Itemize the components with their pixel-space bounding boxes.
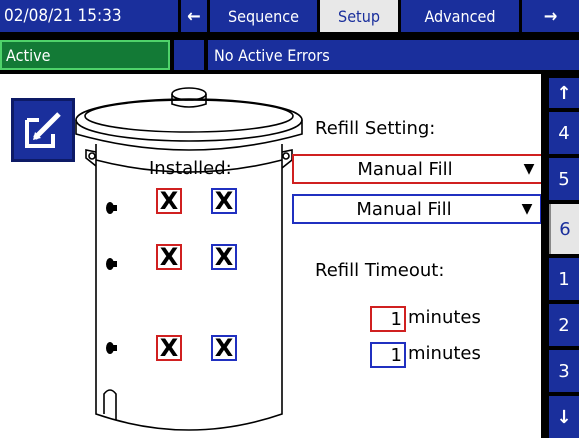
sidebar-page-4[interactable]: 4 <box>549 112 579 154</box>
edit-button[interactable] <box>11 98 75 162</box>
refill-setting-blue-dropdown[interactable]: Manual Fill ▼ <box>292 194 541 224</box>
status-active-badge: Active <box>0 40 170 70</box>
installed-red-row1-checkbox[interactable]: X <box>156 188 182 214</box>
chevron-down-icon: ▼ <box>523 161 535 177</box>
installed-blue-row1-checkbox[interactable]: X <box>211 188 237 214</box>
installed-blue-row3-checkbox[interactable]: X <box>211 335 237 361</box>
tab-sequence[interactable]: Sequence <box>210 0 317 32</box>
tank-illustration <box>75 87 303 431</box>
timeout-blue-input[interactable]: 1 <box>370 342 406 368</box>
refill-setting-red-value: Manual Fill <box>357 158 453 180</box>
sidebar-up-arrow-icon[interactable]: ↑ <box>549 78 579 108</box>
tab-advanced[interactable]: Advanced <box>401 0 519 32</box>
status-indicator <box>174 40 204 70</box>
nav-right-arrow-icon[interactable]: → <box>522 0 579 32</box>
installed-red-row2-checkbox[interactable]: X <box>156 244 182 270</box>
refill-setting-blue-value: Manual Fill <box>356 198 452 220</box>
timeout-blue-unit: minutes <box>408 343 481 364</box>
sidebar-page-6[interactable]: 6 <box>549 204 579 254</box>
datetime-display: 02/08/21 15:33 <box>0 0 178 32</box>
installed-label: Installed: <box>149 158 232 179</box>
refill-setting-label: Refill Setting: <box>315 118 436 139</box>
installed-red-row3-checkbox[interactable]: X <box>156 335 182 361</box>
sidebar-page-5[interactable]: 5 <box>549 158 579 200</box>
timeout-red-input[interactable]: 1 <box>370 306 406 332</box>
installed-blue-row2-checkbox[interactable]: X <box>211 244 237 270</box>
refill-setting-red-dropdown[interactable]: Manual Fill ▼ <box>292 154 541 184</box>
sidebar-down-arrow-icon[interactable]: ↓ <box>549 396 579 438</box>
main-panel: Installed: X X X X X X Refill Setting: M… <box>0 74 541 438</box>
timeout-red-unit: minutes <box>408 307 481 328</box>
refill-timeout-label: Refill Timeout: <box>315 260 445 281</box>
edit-icon <box>25 112 61 148</box>
nav-left-arrow-icon[interactable]: ← <box>181 0 207 32</box>
error-status-text: No Active Errors <box>208 40 579 70</box>
tab-setup[interactable]: Setup <box>320 0 398 32</box>
sidebar-page-2[interactable]: 2 <box>549 304 579 346</box>
sidebar-page-3[interactable]: 3 <box>549 350 579 392</box>
sidebar-page-1[interactable]: 1 <box>549 258 579 300</box>
chevron-down-icon: ▼ <box>521 201 533 217</box>
